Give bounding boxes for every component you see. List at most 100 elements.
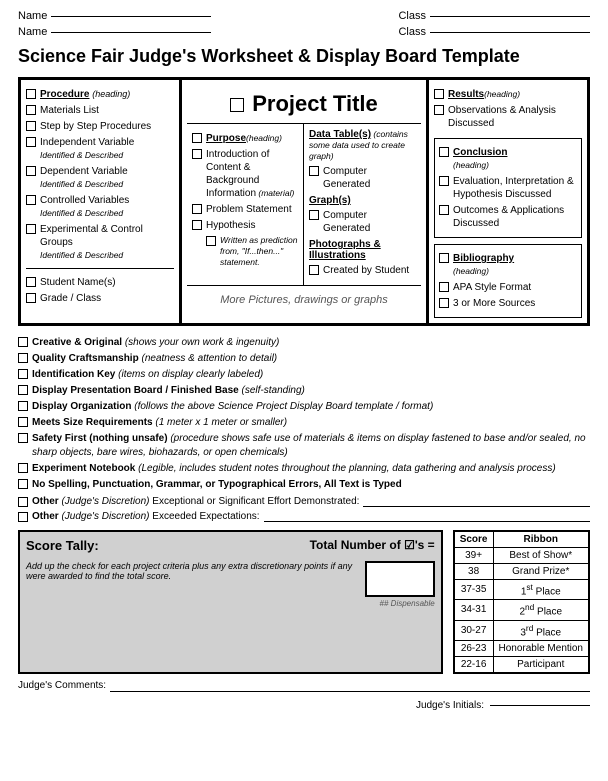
bibliography-heading-item: Bibliography(heading): [439, 252, 577, 278]
observations-checkbox[interactable]: [434, 105, 444, 115]
hypothesis-item: Hypothesis: [192, 219, 298, 232]
observations-item: Observations & Analysis Discussed: [434, 104, 582, 130]
graphs-heading: Graph(s): [309, 195, 416, 206]
materials-checkbox[interactable]: [26, 105, 36, 115]
class-underline-2: [430, 32, 590, 33]
right-column: Results(heading) Observations & Analysis…: [428, 79, 588, 324]
results-checkbox[interactable]: [434, 89, 444, 99]
tally-header: Score Tally: Total Number of ☑'s =: [26, 538, 435, 553]
judges-initials-field[interactable]: [490, 705, 590, 706]
dispensable-label: ## Dispensable: [365, 599, 435, 608]
name-underline-2: [51, 32, 211, 33]
evaluation-checkbox[interactable]: [439, 176, 449, 186]
bottom-section: Score Tally: Total Number of ☑'s = Add u…: [18, 530, 590, 674]
notebook-checkbox[interactable]: [18, 463, 28, 473]
independent-checkbox[interactable]: [26, 137, 36, 147]
purpose-checkbox[interactable]: [192, 133, 202, 143]
grade-class-item: Grade / Class: [26, 292, 174, 305]
creative-checkbox[interactable]: [18, 337, 28, 347]
size-req-item: Meets Size Requirements (1 meter x 1 met…: [18, 416, 590, 430]
three-sources-item: 3 or More Sources: [439, 297, 577, 310]
intro-checkbox[interactable]: [192, 149, 202, 159]
grade-class-checkbox[interactable]: [26, 293, 36, 303]
center-top-grid: Purpose(heading) Introduction of Content…: [187, 124, 421, 286]
other2-checkbox[interactable]: [18, 512, 28, 522]
table-row: 37-351st Place: [454, 580, 589, 600]
apa-checkbox[interactable]: [439, 282, 449, 292]
tally-title: Score Tally:: [26, 538, 99, 553]
dependent-var-item: Dependent VariableIdentified & Described: [26, 165, 174, 191]
computer-gen-data-item: Computer Generated: [309, 165, 416, 191]
problem-checkbox[interactable]: [192, 204, 202, 214]
id-key-checkbox[interactable]: [18, 369, 28, 379]
table-row: 30-273rd Place: [454, 620, 589, 640]
craftsmanship-checkbox[interactable]: [18, 353, 28, 363]
id-key-item: Identification Key (items on display cle…: [18, 368, 590, 382]
conclusion-section: Conclusion(heading) Evaluation, Interpre…: [434, 138, 582, 238]
computer-gen-data-checkbox[interactable]: [309, 166, 319, 176]
total-box[interactable]: [365, 561, 435, 597]
hypothesis-checkbox[interactable]: [192, 220, 202, 230]
student-name-checkbox[interactable]: [26, 277, 36, 287]
project-title-checkbox[interactable]: [230, 98, 244, 112]
photos-heading: Photographs & Illustrations: [309, 239, 416, 261]
size-req-checkbox[interactable]: [18, 417, 28, 427]
creative-item: Creative & Original (shows your own work…: [18, 336, 590, 350]
class-field-1: Class: [398, 10, 590, 22]
controlled-checkbox[interactable]: [26, 195, 36, 205]
other2-field[interactable]: [264, 510, 590, 522]
other1-checkbox[interactable]: [18, 497, 28, 507]
student-name-item: Student Name(s): [26, 276, 174, 289]
procedure-checkbox[interactable]: [26, 89, 36, 99]
table-row: 34-312nd Place: [454, 600, 589, 620]
three-sources-checkbox[interactable]: [439, 298, 449, 308]
table-row: 39+Best of Show*: [454, 548, 589, 564]
outcomes-checkbox[interactable]: [439, 205, 449, 215]
created-by-student-checkbox[interactable]: [309, 265, 319, 275]
conclusion-heading-item: Conclusion(heading): [439, 146, 577, 172]
project-title-row: Project Title: [187, 85, 421, 124]
name-field-1: Name: [18, 10, 211, 22]
class-field-2: Class: [398, 26, 590, 38]
judges-comments-section: Judge's Comments:: [18, 680, 590, 692]
step-by-step-item: Step by Step Procedures: [26, 120, 174, 133]
results-section: Results(heading) Observations & Analysis…: [434, 88, 582, 130]
center-column: Project Title Purpose(heading) Introduct…: [180, 79, 428, 324]
header-row-2: Name Class: [18, 26, 590, 38]
score-header: Score: [454, 531, 493, 548]
other1-field[interactable]: [363, 495, 590, 507]
display-board-item: Display Presentation Board / Finished Ba…: [18, 384, 590, 398]
table-row: 26-23Honorable Mention: [454, 640, 589, 656]
dependent-checkbox[interactable]: [26, 166, 36, 176]
no-spelling-checkbox[interactable]: [18, 479, 28, 489]
materials-item: Materials List: [26, 104, 174, 117]
bibliography-checkbox[interactable]: [439, 253, 449, 263]
table-row: 38Grand Prize*: [454, 564, 589, 580]
left-bottom: Student Name(s) Grade / Class: [26, 268, 174, 305]
conclusion-checkbox[interactable]: [439, 147, 449, 157]
score-tally: Score Tally: Total Number of ☑'s = Add u…: [18, 530, 443, 674]
hypothesis-sub-checkbox[interactable]: [206, 236, 216, 246]
computer-gen-graph-checkbox[interactable]: [309, 210, 319, 220]
display-board-checkbox[interactable]: [18, 385, 28, 395]
experimental-checkbox[interactable]: [26, 224, 36, 234]
experimental-item: Experimental & Control GroupsIdentified …: [26, 223, 174, 262]
apa-item: APA Style Format: [439, 281, 577, 294]
computer-gen-graph-item: Computer Generated: [309, 209, 416, 235]
step-checkbox[interactable]: [26, 121, 36, 131]
display-org-checkbox[interactable]: [18, 401, 28, 411]
data-section: Data Table(s) (contains some data used t…: [304, 124, 421, 285]
name-field-2: Name: [18, 26, 211, 38]
procedure-heading-item: Procedure (heading): [26, 88, 174, 101]
safety-checkbox[interactable]: [18, 433, 28, 443]
page-title: Science Fair Judge's Worksheet & Display…: [18, 46, 590, 67]
judges-initials-section: Judge's Initials:: [18, 700, 590, 711]
intro-content-item: Introduction of Content & Background Inf…: [192, 148, 298, 200]
other-line-2: Other (Judge's Discretion) Exceeded Expe…: [18, 510, 590, 522]
name-underline-1: [51, 16, 211, 17]
purpose-section: Purpose(heading) Introduction of Content…: [187, 124, 304, 285]
main-grid: Procedure (heading) Materials List Step …: [18, 77, 590, 326]
center-bottom: More Pictures, drawings or graphs: [187, 286, 421, 314]
judges-comments-field[interactable]: [110, 680, 590, 692]
results-heading-item: Results(heading): [434, 88, 582, 101]
